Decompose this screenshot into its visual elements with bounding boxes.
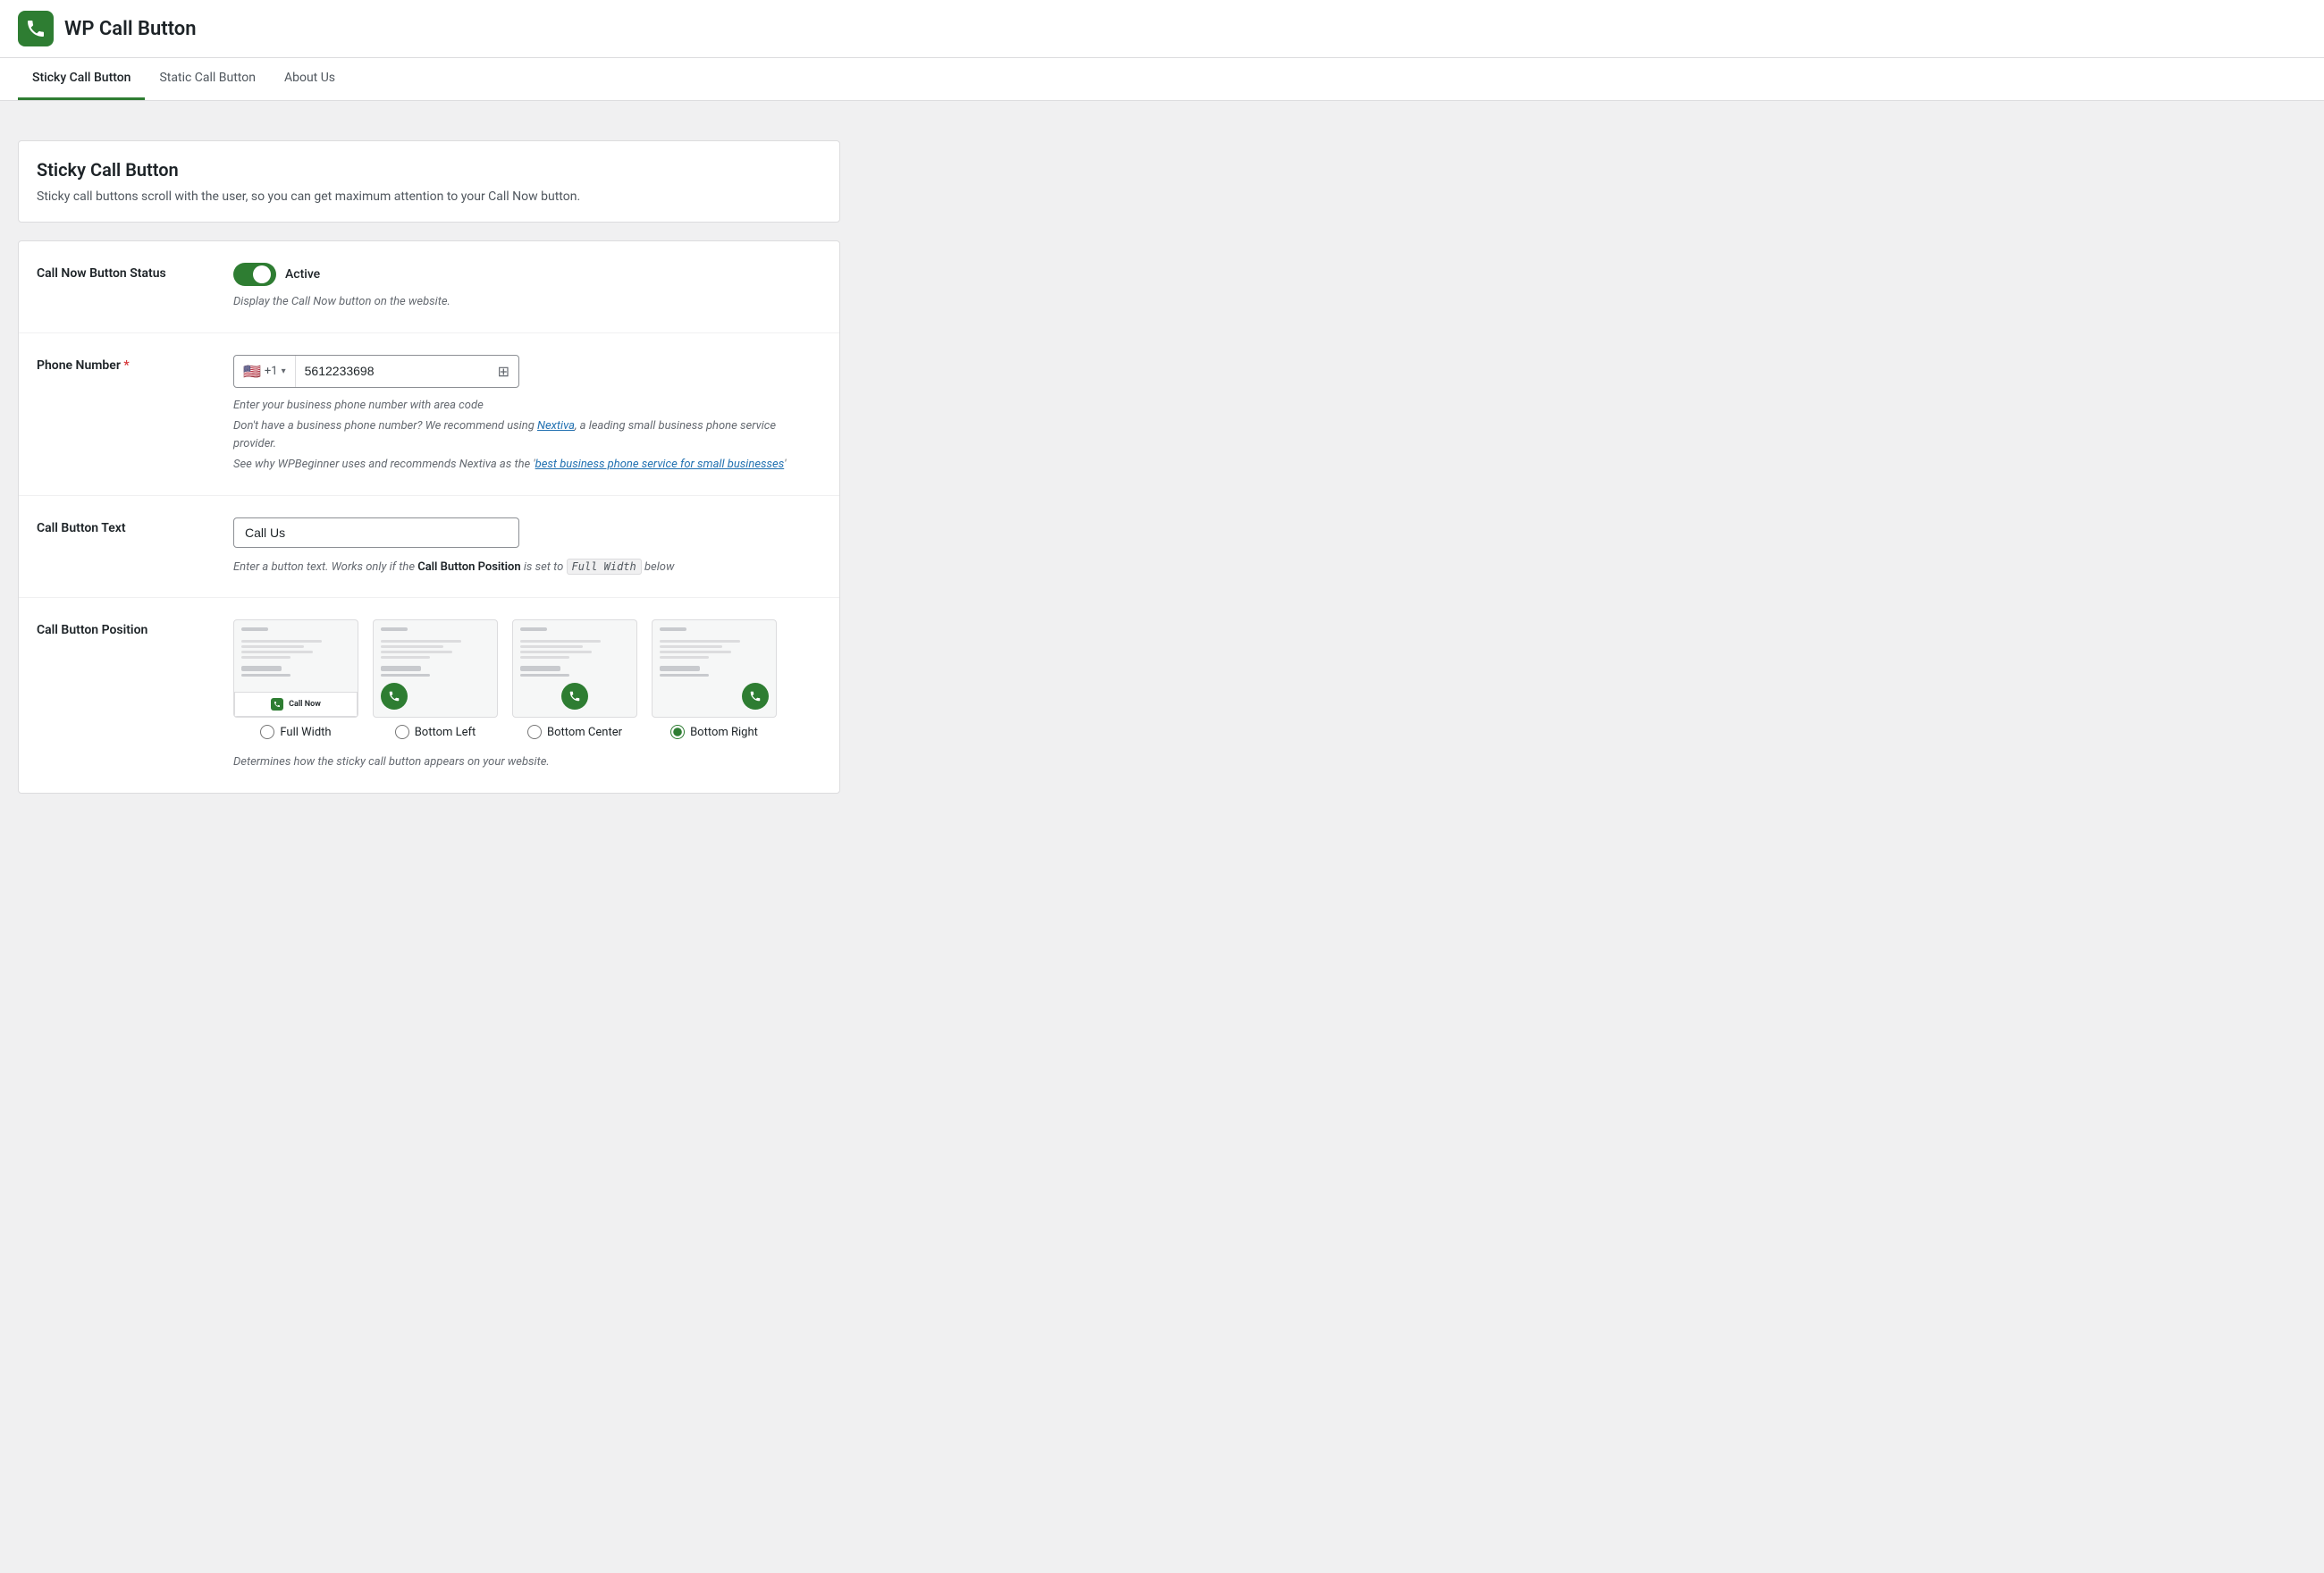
tab-sticky-call-button[interactable]: Sticky Call Button: [18, 58, 145, 100]
position-card-bottom-right: [652, 619, 777, 718]
call-btn-full: Call Now: [234, 692, 358, 717]
position-full-width-wrap: Call Now Full Width: [233, 619, 358, 739]
content-lines-bc: [520, 640, 629, 679]
phone-label: Phone Number *: [37, 355, 215, 373]
flag-emoji: 🇺🇸: [243, 363, 261, 380]
mini-lines-bc: [520, 627, 547, 634]
button-text-hint: Enter a button text. Works only if the C…: [233, 559, 821, 576]
position-option-full-width[interactable]: Full Width: [260, 725, 331, 739]
call-now-text: Call Now: [289, 700, 321, 709]
mini-lines-br: [660, 627, 686, 634]
content-lines-br: [660, 640, 769, 679]
position-cards: Call Now Full Width: [233, 619, 821, 739]
call-icon-small: [271, 698, 283, 711]
phone-control: 🇺🇸 +1 ▾ ⊞ Enter your business phone numb…: [233, 355, 821, 474]
radio-label-full-width: Full Width: [280, 726, 331, 739]
radio-bottom-center[interactable]: [527, 725, 542, 739]
button-text-control: Enter a button text. Works only if the C…: [233, 517, 821, 576]
phone-hint1: Enter your business phone number with ar…: [233, 397, 821, 415]
position-card-bottom-center: [512, 619, 637, 718]
tab-static-call-button[interactable]: Static Call Button: [145, 58, 269, 100]
required-marker: *: [123, 358, 129, 373]
phone-flag-selector[interactable]: 🇺🇸 +1 ▾: [234, 356, 296, 387]
position-row: Call Button Position: [19, 598, 839, 793]
phone-hint2: Don't have a business phone number? We r…: [233, 417, 821, 452]
position-bottom-right-wrap: Bottom Right: [652, 619, 777, 739]
status-active-label: Active: [285, 267, 320, 282]
phone-grid-icon[interactable]: ⊞: [489, 356, 518, 387]
radio-label-bottom-left: Bottom Left: [415, 726, 476, 739]
section-desc: Sticky call buttons scroll with the user…: [37, 189, 821, 204]
position-option-bottom-left[interactable]: Bottom Left: [395, 725, 476, 739]
position-option-bottom-center[interactable]: Bottom Center: [527, 725, 622, 739]
toggle-slider: [233, 263, 276, 286]
app-header: WP Call Button: [0, 0, 2324, 58]
call-btn-br: [742, 683, 769, 710]
content-lines-bl: [381, 640, 490, 679]
call-button-position-bold: Call Button Position: [417, 560, 520, 574]
best-phone-service-link[interactable]: best business phone service for small bu…: [535, 458, 785, 471]
mini-lines-full: [241, 627, 268, 634]
content-lines-full: [241, 640, 350, 679]
position-hint: Determines how the sticky call button ap…: [233, 753, 821, 771]
tab-about-us[interactable]: About Us: [270, 58, 349, 100]
status-label: Call Now Button Status: [37, 263, 215, 281]
phone-input-wrap: 🇺🇸 +1 ▾ ⊞: [233, 355, 519, 388]
radio-label-bottom-right: Bottom Right: [690, 726, 758, 739]
phone-number-input[interactable]: [296, 357, 489, 385]
chevron-down-icon: ▾: [282, 366, 286, 376]
toggle-wrap: Active: [233, 263, 821, 286]
status-hint: Display the Call Now button on the websi…: [233, 293, 821, 311]
phone-country-code: +1: [265, 365, 278, 378]
position-card-bottom-left: [373, 619, 498, 718]
call-button-text-input[interactable]: [233, 517, 519, 548]
mini-lines-bl: [381, 627, 408, 634]
nextiva-link[interactable]: Nextiva: [537, 419, 575, 433]
position-bottom-left-wrap: Bottom Left: [373, 619, 498, 739]
full-width-code: Full Width: [567, 559, 642, 575]
status-control: Active Display the Call Now button on th…: [233, 263, 821, 311]
main-content: Sticky Call Button Sticky call buttons s…: [0, 101, 858, 815]
radio-bottom-left[interactable]: [395, 725, 409, 739]
button-text-row: Call Button Text Enter a button text. Wo…: [19, 496, 839, 599]
call-btn-bc: [561, 683, 588, 710]
call-btn-bl: [381, 683, 408, 710]
intro-section: Sticky Call Button Sticky call buttons s…: [18, 140, 840, 223]
position-option-bottom-right[interactable]: Bottom Right: [670, 725, 758, 739]
position-card-full-width: Call Now: [233, 619, 358, 718]
position-control: Call Now Full Width: [233, 619, 821, 771]
radio-full-width[interactable]: [260, 725, 274, 739]
button-text-label: Call Button Text: [37, 517, 215, 535]
settings-table: Call Now Button Status Active Display th…: [18, 240, 840, 794]
radio-label-bottom-center: Bottom Center: [547, 726, 622, 739]
radio-bottom-right[interactable]: [670, 725, 685, 739]
phone-row: Phone Number * 🇺🇸 +1 ▾ ⊞ Enter your busi…: [19, 333, 839, 496]
app-logo: [18, 11, 54, 46]
nav-tabs: Sticky Call Button Static Call Button Ab…: [0, 58, 2324, 101]
phone-hint3: See why WPBeginner uses and recommends N…: [233, 456, 821, 474]
status-toggle[interactable]: [233, 263, 276, 286]
position-label: Call Button Position: [37, 619, 215, 637]
phone-icon: [25, 18, 46, 39]
status-row: Call Now Button Status Active Display th…: [19, 241, 839, 333]
section-title: Sticky Call Button: [37, 159, 821, 181]
app-title: WP Call Button: [64, 18, 197, 40]
position-bottom-center-wrap: Bottom Center: [512, 619, 637, 739]
